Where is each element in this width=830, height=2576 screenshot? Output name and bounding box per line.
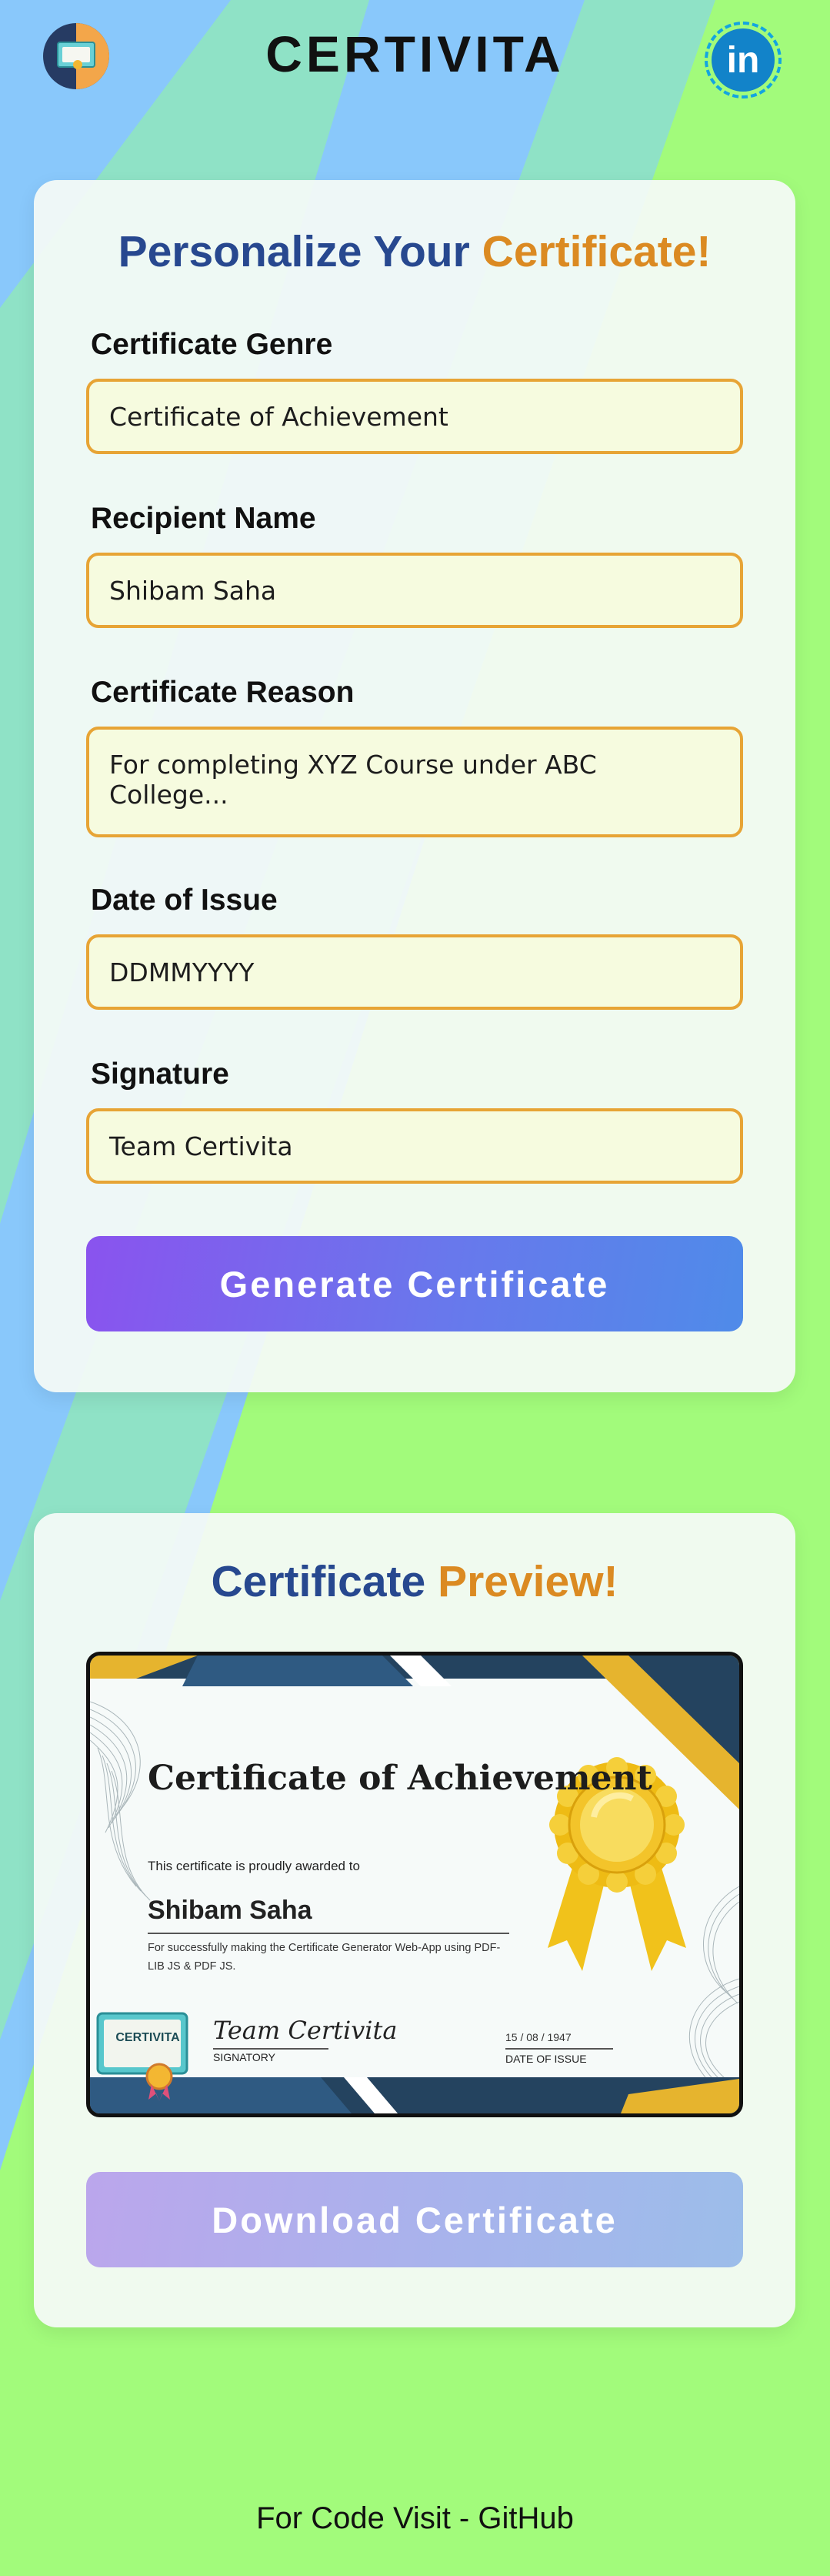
preview-title-part2: Preview! [438,1557,618,1606]
certificate-date-text: 15 / 08 / 1947 [505,2031,572,2043]
signature-input[interactable]: Team Certivita [86,1108,743,1184]
certificate-reason-input[interactable]: For completing XYZ Course under ABC Coll… [86,727,743,837]
date-underline [505,2048,613,2050]
certificate-title-text: Certificate of Achievement [148,1759,652,1798]
signatory-label: SIGNATORY [213,2051,275,2063]
signature-label: Signature [91,1057,229,1091]
certificate-genre-label: Certificate Genre [91,328,333,361]
date-of-issue-label: Date of Issue [91,884,278,917]
certificate-preview-card: Certificate Preview! Certificate of Achi… [34,1513,795,2327]
footer-github-link[interactable]: For Code Visit - GitHub [0,2501,830,2536]
generate-certificate-button[interactable]: Generate Certificate [86,1236,743,1331]
certificate-stamp-text: CERTIVITA [115,2031,180,2044]
header: CERTIVITA in [0,0,830,115]
download-certificate-button[interactable]: Download Certificate [86,2172,743,2267]
preview-title-part1: Certificate [211,1557,426,1606]
certificate-reason-text: For successfully making the Certificate … [148,1942,501,1973]
form-title: Personalize Your Certificate! [34,226,795,277]
recipient-name-input[interactable]: Shibam Saha [86,553,743,628]
form-title-part2: Certificate! [482,227,712,276]
certificate-preview-image: Certificate of Achievement This certific… [86,1652,743,2117]
signature-underline [213,2048,328,2050]
form-title-part1: Personalize Your [118,227,470,276]
linkedin-icon[interactable]: in [705,22,782,99]
certificate-reason-label: Certificate Reason [91,676,355,709]
certificate-awarded-text: This certificate is proudly awarded to [148,1859,360,1873]
recipient-name-label: Recipient Name [91,502,316,535]
recipient-underline [148,1933,509,1934]
date-of-issue-input[interactable]: DDMMYYYY [86,934,743,1010]
preview-title: Certificate Preview! [34,1556,795,1607]
linkedin-glyph: in [712,28,775,92]
certificate-signature-text: Team Certivita [213,2016,398,2045]
personalize-form-card: Personalize Your Certificate! Certificat… [34,180,795,1392]
certificate-genre-input[interactable]: Certificate of Achievement [86,379,743,454]
date-of-issue-caption: DATE OF ISSUE [505,2053,587,2065]
certificate-recipient-text: Shibam Saha [148,1896,312,1925]
